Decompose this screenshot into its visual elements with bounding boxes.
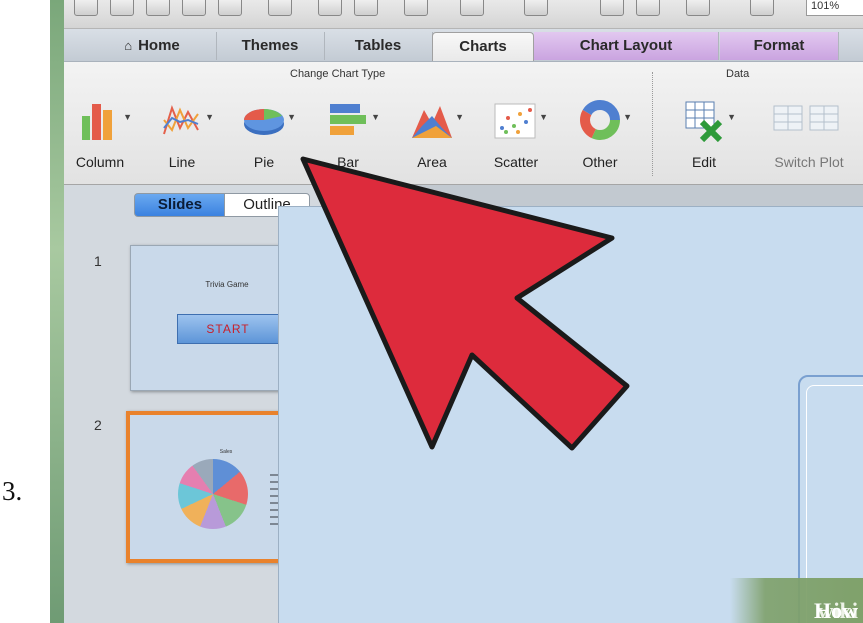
print-icon[interactable]: [218, 0, 242, 16]
chevron-down-icon[interactable]: ▼: [539, 112, 548, 122]
undo-icon[interactable]: [460, 0, 484, 16]
open-icon[interactable]: [146, 0, 170, 16]
chevron-down-icon[interactable]: ▼: [455, 112, 464, 122]
chevron-down-icon[interactable]: ▼: [727, 112, 736, 122]
zoom-field[interactable]: 101%: [806, 0, 863, 16]
chevron-down-icon[interactable]: ▼: [123, 112, 132, 122]
line-chart-icon: [163, 104, 199, 135]
switch-plot-button[interactable]: Switch Plot: [764, 96, 854, 176]
slides-segment[interactable]: Slides: [134, 193, 226, 217]
slide-number: 2: [94, 417, 102, 433]
new-icon[interactable]: [74, 0, 98, 16]
tab-format[interactable]: Format: [720, 32, 839, 60]
tab-tables[interactable]: Tables: [324, 32, 433, 60]
bar-chart-button[interactable]: ▼ Bar: [318, 96, 380, 176]
cut-icon[interactable]: [268, 0, 292, 16]
group-divider: [652, 72, 653, 176]
change-chart-type-title: Change Chart Type: [290, 68, 386, 80]
switch-plot-icon: [773, 105, 839, 131]
save-icon[interactable]: [182, 0, 206, 16]
donut-chart-icon: [580, 100, 620, 140]
area-chart-button[interactable]: ▼ Area: [402, 96, 464, 176]
chevron-down-icon[interactable]: ▼: [371, 112, 380, 122]
scatter-chart-button[interactable]: ▼ Scatter: [486, 96, 548, 176]
charts-ribbon: Change Chart Type Data ▼ Column ▼ Line ▼…: [64, 62, 863, 185]
screenshot: 101% ⌂ Home Themes Tables Charts Chart La…: [50, 0, 863, 623]
toolbox-icon[interactable]: [686, 0, 710, 16]
pie-chart-icon: [244, 109, 284, 135]
data-group-title: Data: [726, 68, 750, 80]
standard-toolbar: 101%: [64, 0, 863, 29]
start-button-preview: START: [177, 314, 279, 344]
pie-chart-button[interactable]: ▼ Pie: [234, 96, 296, 176]
column-chart-button[interactable]: ▼ Column: [70, 96, 132, 176]
line-chart-button[interactable]: ▼ Line: [152, 96, 214, 176]
chevron-down-icon[interactable]: ▼: [287, 112, 296, 122]
format-icon[interactable]: [404, 0, 428, 16]
edit-data-button[interactable]: ▼ Edit: [674, 96, 736, 176]
chevron-down-icon[interactable]: ▼: [205, 112, 214, 122]
new-slide-icon[interactable]: [600, 0, 624, 16]
tab-home[interactable]: ⌂ Home: [88, 32, 217, 60]
sidebar-toggle-icon[interactable]: [750, 0, 774, 16]
scatter-chart-icon: [494, 103, 536, 139]
tab-chart-layout[interactable]: Chart Layout: [534, 32, 719, 60]
ribbon-tabs: ⌂ Home Themes Tables Charts Chart Layout …: [64, 29, 863, 62]
watermark: wiki How: [730, 578, 863, 623]
edit-data-icon: [685, 101, 723, 142]
redo-icon[interactable]: [524, 0, 548, 16]
templates-icon[interactable]: [110, 0, 134, 16]
column-chart-icon: [82, 104, 112, 140]
current-slide[interactable]: [278, 206, 863, 623]
area-chart-icon: [412, 106, 452, 138]
copy-icon[interactable]: [318, 0, 342, 16]
chevron-down-icon[interactable]: ▼: [623, 112, 632, 122]
home-icon: ⌂: [124, 38, 133, 53]
tab-charts[interactable]: Charts: [432, 32, 534, 61]
desktop-edge: [50, 0, 64, 623]
other-chart-button[interactable]: ▼ Other: [570, 96, 632, 176]
slide-number: 1: [94, 253, 102, 269]
paste-icon[interactable]: [354, 0, 378, 16]
tab-themes[interactable]: Themes: [216, 32, 325, 60]
step-number: 3.: [2, 476, 23, 506]
pie-chart-preview: [178, 459, 248, 529]
bar-chart-icon: [330, 104, 366, 135]
media-icon[interactable]: [636, 0, 660, 16]
